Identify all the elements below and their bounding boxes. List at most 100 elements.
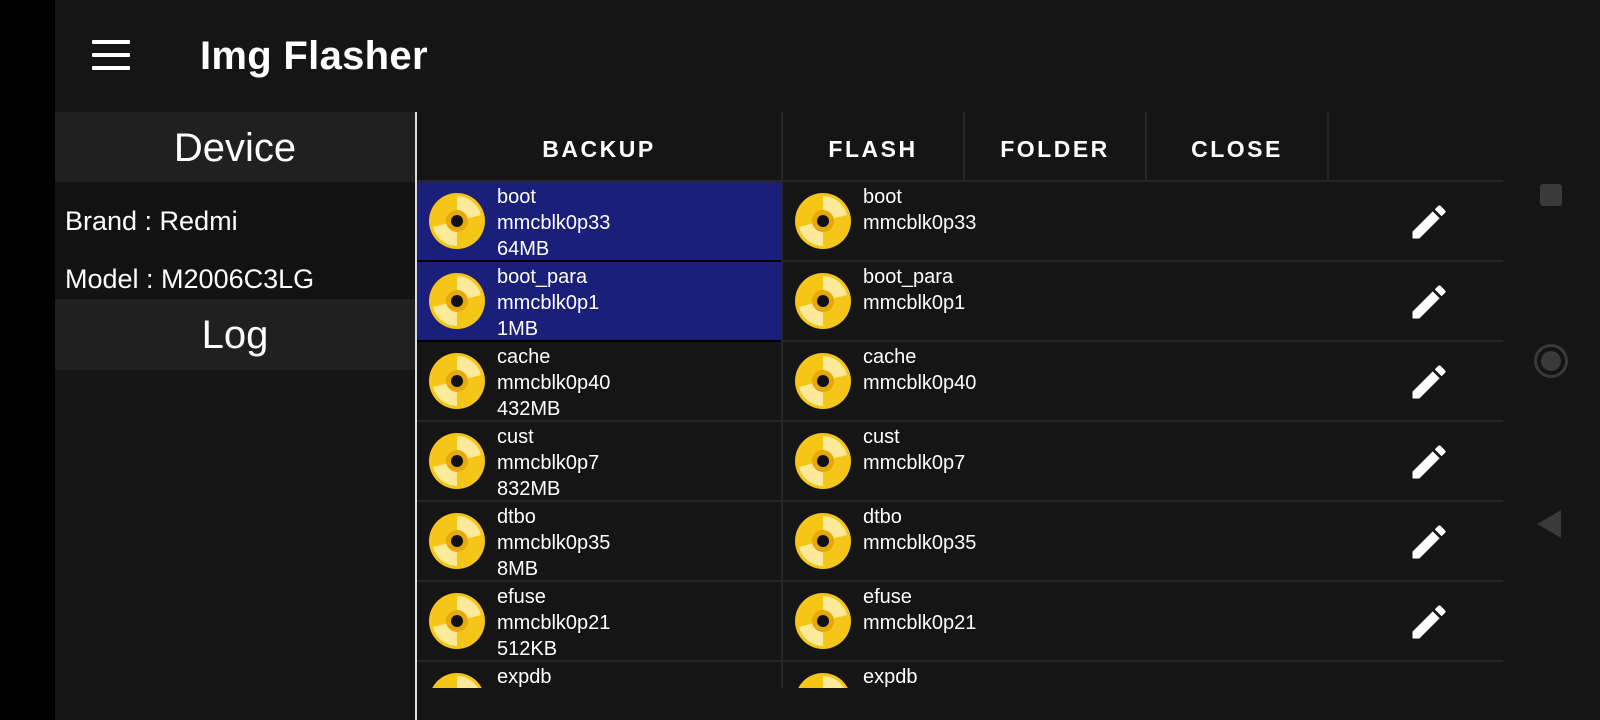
model-text: Model : M2006C3LG — [65, 264, 315, 294]
tab-folder[interactable]: FOLDER — [965, 112, 1147, 180]
partition-device: mmcblk0p1 — [497, 292, 600, 314]
disc-icon — [794, 512, 852, 570]
partition-list[interactable]: boot mmcblk0p33 64MB boot mmcblk0p33 boot_par… — [417, 182, 1503, 688]
disc-icon — [428, 192, 486, 250]
app-bar: Img Flasher — [55, 0, 1503, 112]
partition-row: boot_para mmcblk0p1 1MB boot_para mmcblk0p1 — [417, 262, 1503, 342]
disc-icon — [794, 592, 852, 650]
partition-info: cust mmcblk0p7 — [863, 424, 965, 476]
partition-device: mmcblk0p1 — [863, 292, 966, 314]
partition-info: expdb — [863, 664, 918, 688]
partition-name: cache — [497, 346, 551, 368]
column-divider — [781, 182, 783, 688]
tab-backup[interactable]: BACKUP — [417, 112, 783, 180]
partition-device: mmcblk0p7 — [497, 452, 600, 474]
disc-icon — [794, 272, 852, 330]
back-icon[interactable] — [1537, 510, 1561, 538]
partition-info: boot mmcblk0p33 — [863, 184, 976, 236]
partition-info: efuse mmcblk0p21 512KB — [497, 584, 610, 662]
partition-name: dtbo — [497, 506, 536, 528]
partition-device: mmcblk0p33 — [863, 212, 977, 234]
partition-device: mmcblk0p35 — [497, 532, 611, 554]
partition-name: dtbo — [863, 506, 902, 528]
pencil-icon[interactable] — [1407, 200, 1451, 244]
partition-size: 832MB — [497, 478, 561, 500]
partition-name: boot_para — [497, 266, 588, 288]
log-area — [55, 370, 415, 720]
backup-partition-item[interactable]: expdb — [417, 662, 781, 688]
partition-name: efuse — [863, 586, 912, 608]
partition-name: cust — [497, 426, 534, 448]
partition-row: efuse mmcblk0p21 512KB efuse mmcblk0p21 — [417, 582, 1503, 662]
pencil-icon[interactable] — [1407, 360, 1451, 404]
partition-size: 432MB — [497, 398, 561, 420]
disc-icon — [428, 672, 486, 688]
partition-row: boot mmcblk0p33 64MB boot mmcblk0p33 — [417, 182, 1503, 262]
disc-icon — [794, 432, 852, 490]
disc-icon — [794, 672, 852, 688]
device-header: Device — [55, 112, 415, 182]
partition-name: efuse — [497, 586, 546, 608]
partition-size: 8MB — [497, 558, 539, 580]
partition-name: boot_para — [863, 266, 954, 288]
partition-row: expdb expdb — [417, 662, 1503, 688]
partition-info: cache mmcblk0p40 432MB — [497, 344, 610, 422]
log-header: Log — [55, 299, 415, 370]
brand-text: Brand : Redmi — [65, 206, 238, 236]
partition-device: mmcblk0p7 — [863, 452, 966, 474]
backup-partition-item[interactable]: boot_para mmcblk0p1 1MB — [417, 262, 781, 342]
partition-device: mmcblk0p21 — [863, 612, 977, 634]
partition-device: mmcblk0p35 — [863, 532, 977, 554]
tab-bar: BACKUP FLASH FOLDER CLOSE — [417, 112, 1503, 182]
partition-name: expdb — [863, 666, 918, 688]
backup-partition-item[interactable]: dtbo mmcblk0p35 8MB — [417, 502, 781, 582]
backup-partition-item[interactable]: cust mmcblk0p7 832MB — [417, 422, 781, 502]
disc-icon — [794, 192, 852, 250]
pencil-icon[interactable] — [1407, 520, 1451, 564]
partition-row: dtbo mmcblk0p35 8MB dtbo mmcblk0p35 — [417, 502, 1503, 582]
pencil-icon[interactable] — [1407, 280, 1451, 324]
partition-name: cache — [863, 346, 917, 368]
flash-partition-item[interactable]: cust mmcblk0p7 — [783, 422, 1503, 502]
flash-partition-item[interactable]: dtbo mmcblk0p35 — [783, 502, 1503, 582]
app-title: Img Flasher — [200, 34, 428, 78]
flash-partition-item[interactable]: boot mmcblk0p33 — [783, 182, 1503, 262]
partition-size: 512KB — [497, 638, 558, 660]
partition-name: boot — [497, 186, 536, 208]
backup-partition-item[interactable]: cache mmcblk0p40 432MB — [417, 342, 781, 422]
device-panel: Device Brand : Redmi Model : M2006C3LG L… — [55, 112, 415, 720]
tab-close[interactable]: CLOSE — [1147, 112, 1329, 180]
partition-info: expdb — [497, 664, 552, 688]
partition-device: mmcblk0p33 — [497, 212, 611, 234]
partition-info: cust mmcblk0p7 832MB — [497, 424, 599, 502]
disc-icon — [428, 592, 486, 650]
hamburger-menu-icon[interactable] — [92, 40, 130, 70]
flash-partition-item[interactable]: expdb — [783, 662, 1503, 688]
flash-partition-item[interactable]: boot_para mmcblk0p1 — [783, 262, 1503, 342]
partition-info: dtbo mmcblk0p35 — [863, 504, 976, 556]
flash-partition-item[interactable]: efuse mmcblk0p21 — [783, 582, 1503, 662]
partition-device: mmcblk0p40 — [863, 372, 977, 394]
partition-size: 1MB — [497, 318, 539, 340]
partition-device: mmcblk0p40 — [497, 372, 611, 394]
screen-bezel — [0, 0, 55, 720]
disc-icon — [428, 432, 486, 490]
partition-info: dtbo mmcblk0p35 8MB — [497, 504, 610, 582]
partition-info: boot_para mmcblk0p1 — [863, 264, 965, 316]
tab-flash[interactable]: FLASH — [783, 112, 965, 180]
backup-partition-item[interactable]: efuse mmcblk0p21 512KB — [417, 582, 781, 662]
flash-partition-item[interactable]: cache mmcblk0p40 — [783, 342, 1503, 422]
disc-icon — [428, 272, 486, 330]
partition-name: expdb — [497, 666, 552, 688]
recents-icon[interactable] — [1540, 184, 1562, 206]
partition-info: efuse mmcblk0p21 — [863, 584, 976, 636]
pencil-icon[interactable] — [1407, 440, 1451, 484]
partition-row: cache mmcblk0p40 432MB cache mmcblk0p40 — [417, 342, 1503, 422]
disc-icon — [794, 352, 852, 410]
home-icon[interactable] — [1534, 344, 1568, 378]
pencil-icon[interactable] — [1407, 600, 1451, 644]
backup-partition-item[interactable]: boot mmcblk0p33 64MB — [417, 182, 781, 262]
disc-icon — [428, 352, 486, 410]
partition-info: boot_para mmcblk0p1 1MB — [497, 264, 599, 342]
partition-name: cust — [863, 426, 900, 448]
